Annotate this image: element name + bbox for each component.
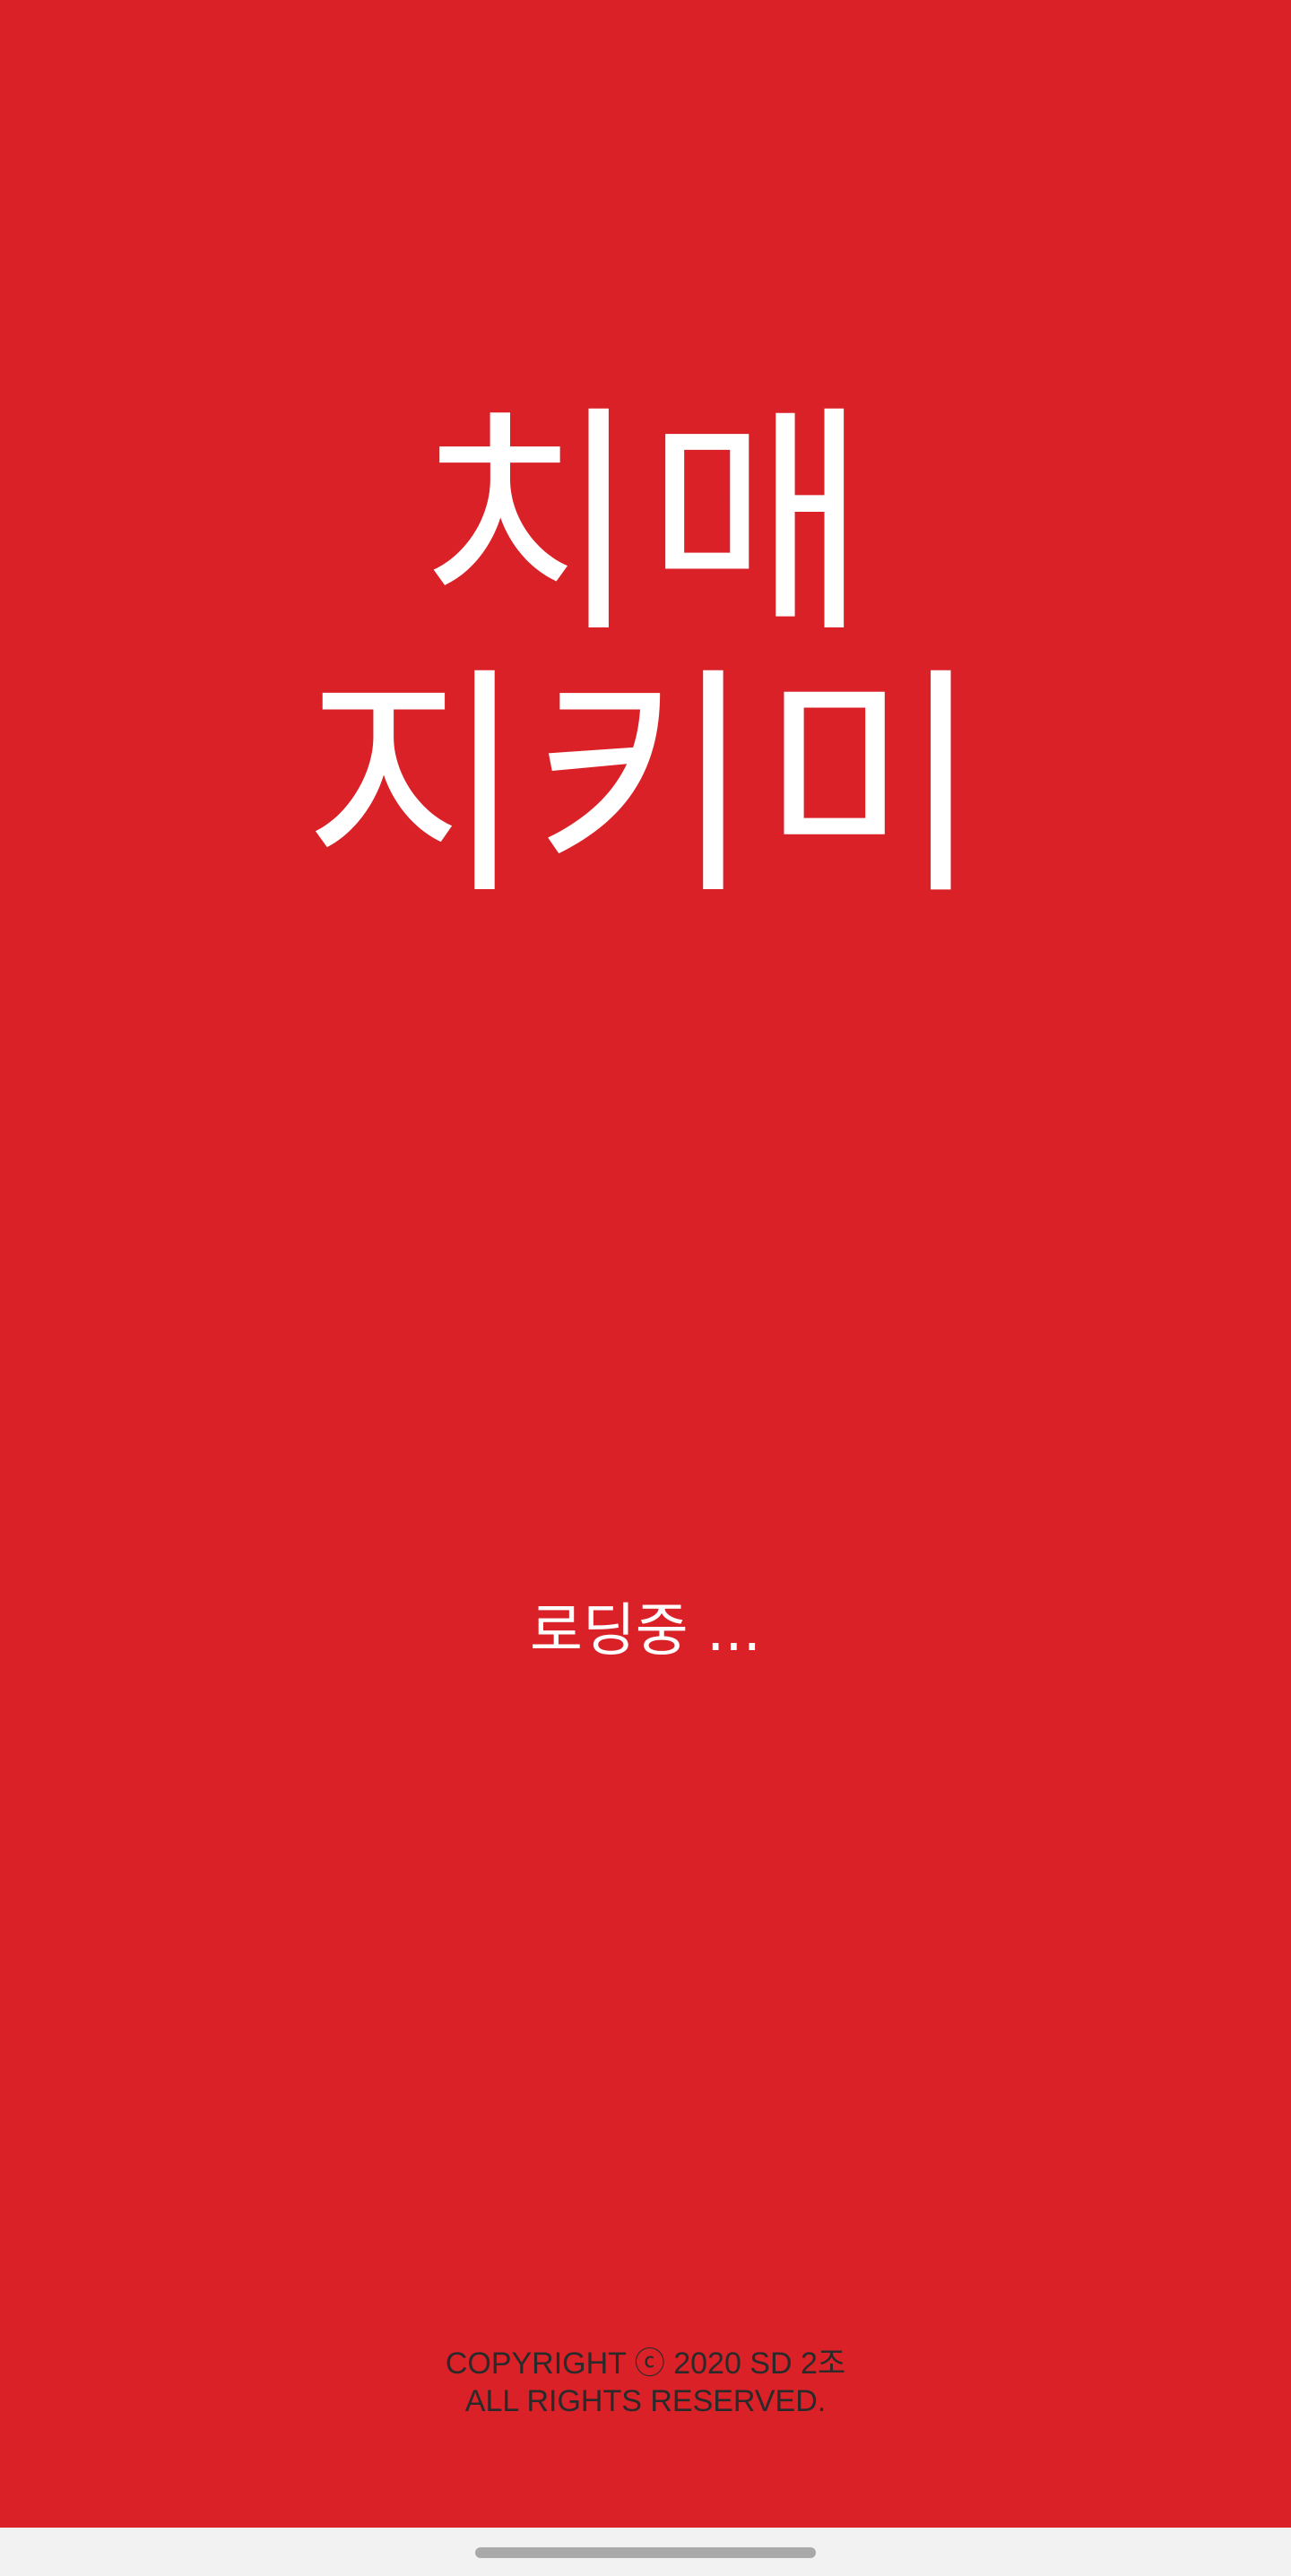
copyright-line-2: ALL RIGHTS RESERVED. bbox=[464, 2384, 827, 2418]
logo-line-2: 지키미 bbox=[303, 645, 988, 928]
copyright-line-1: COPYRIGHT ⓒ 2020 SD 2조 bbox=[445, 2347, 846, 2381]
splash-screen: 치매 지키미 로딩중 ... COPYRIGHT ⓒ 2020 SD 2조 AL… bbox=[0, 0, 1291, 2528]
app-logo: 치매 지키미 bbox=[0, 394, 1291, 918]
navigation-bar bbox=[0, 2528, 1291, 2576]
home-indicator-icon[interactable] bbox=[475, 2547, 816, 2558]
copyright-notice: COPYRIGHT ⓒ 2020 SD 2조 ALL RIGHTS RESERV… bbox=[0, 2345, 1291, 2420]
logo-line-1: 치매 bbox=[417, 384, 874, 666]
loading-text: 로딩중 ... bbox=[529, 1598, 761, 1664]
